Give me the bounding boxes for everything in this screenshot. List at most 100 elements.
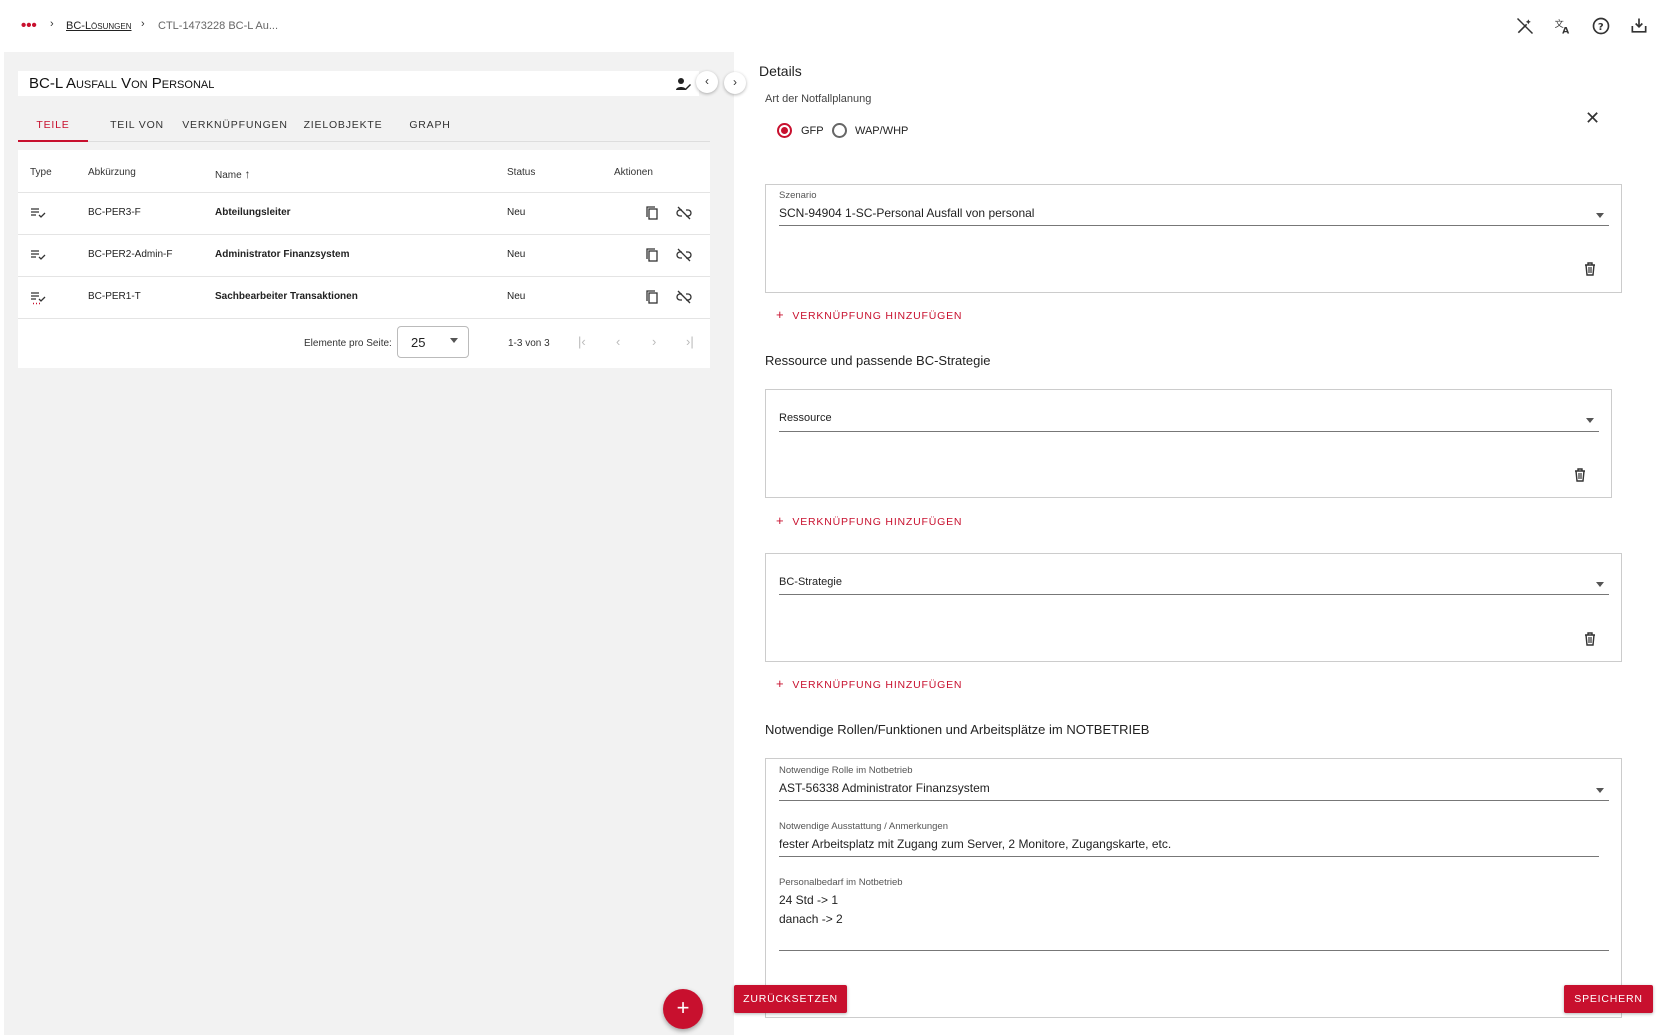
- cell-status: Neu: [507, 249, 526, 260]
- top-bar: ••• › BC-Lösungen › CTL-1473228 BC-L Au.…: [0, 0, 1658, 52]
- svg-text:A: A: [1562, 26, 1570, 37]
- menu-dots-icon[interactable]: •••: [21, 17, 37, 34]
- items-per-page-select[interactable]: 25: [397, 326, 469, 358]
- copy-icon[interactable]: [644, 247, 660, 263]
- tab-teil-von[interactable]: TEIL VON: [96, 108, 178, 142]
- bc-strategie-box: BC-Strategie: [765, 553, 1622, 662]
- plus-icon: +: [776, 513, 785, 528]
- add-link-button[interactable]: + VERKNÜPFUNG HINZUFÜGEN: [776, 513, 962, 528]
- ressource-select[interactable]: Ressource: [779, 412, 832, 424]
- tab-bar: TEILE TEIL VON VERKNÜPFUNGEN ZIELOBJEKTE…: [18, 108, 710, 142]
- personal-line-1[interactable]: 24 Std -> 1: [779, 893, 838, 907]
- table-row[interactable]: BC-PER3-F Abteilungsleiter Neu: [18, 192, 710, 234]
- column-header-name[interactable]: Name ↑: [215, 167, 250, 181]
- add-link-label: VERKNÜPFUNG HINZUFÜGEN: [792, 679, 963, 691]
- cell-name: Abteilungsleiter: [215, 207, 291, 218]
- add-link-label: VERKNÜPFUNG HINZUFÜGEN: [792, 310, 963, 322]
- table-row[interactable]: BC-PER2-Admin-F Administrator Finanzsyst…: [18, 234, 710, 276]
- cell-abkuerzung: BC-PER2-Admin-F: [88, 249, 173, 260]
- column-header-aktionen: Aktionen: [614, 167, 653, 178]
- radio-gfp[interactable]: [777, 123, 792, 138]
- radio-wap-whp-label: WAP/WHP: [855, 125, 909, 137]
- copy-icon[interactable]: [644, 289, 660, 305]
- list-check-icon: [30, 205, 46, 221]
- link-off-icon[interactable]: [676, 205, 692, 221]
- chevron-down-icon[interactable]: [1596, 213, 1604, 218]
- cell-name: Sachbearbeiter Transaktionen: [215, 291, 358, 302]
- column-header-status[interactable]: Status: [507, 167, 535, 178]
- items-per-page-value: 25: [411, 335, 426, 350]
- personal-line-2[interactable]: danach -> 2: [779, 912, 843, 926]
- table-row[interactable]: BC-PER1-T Sachbearbeiter Transaktionen N…: [18, 276, 710, 318]
- close-icon[interactable]: ✕: [1585, 108, 1600, 129]
- szenario-label: Szenario: [779, 190, 817, 201]
- rolle-label: Notwendige Rolle im Notbetrieb: [779, 765, 913, 776]
- left-panel: BC-L Ausfall Von Personal ‹ › TEILE TEIL…: [4, 52, 746, 1035]
- cell-abkuerzung: BC-PER1-T: [88, 291, 141, 302]
- tab-verknuepfungen[interactable]: VERKNÜPFUNGEN: [180, 108, 290, 142]
- object-title-bar: BC-L Ausfall Von Personal: [18, 71, 699, 96]
- field-underline: [779, 225, 1609, 226]
- field-underline: [779, 856, 1599, 857]
- delete-icon[interactable]: [1582, 261, 1598, 277]
- field-underline: [779, 800, 1609, 801]
- cell-name: Administrator Finanzsystem: [215, 249, 350, 260]
- ausstattung-input[interactable]: fester Arbeitsplatz mit Zugang zum Serve…: [779, 837, 1171, 851]
- chevron-down-icon[interactable]: [1586, 418, 1594, 423]
- reset-button[interactable]: ZURÜCKSETZEN: [734, 985, 847, 1013]
- column-header-name-label: Name: [215, 170, 242, 181]
- save-button[interactable]: SPEICHERN: [1564, 985, 1653, 1013]
- add-link-button[interactable]: + VERKNÜPFUNG HINZUFÜGEN: [776, 307, 962, 322]
- svg-text:?: ?: [1598, 22, 1604, 33]
- collapse-left-button[interactable]: ‹: [696, 71, 718, 93]
- items-per-page-label: Elemente pro Seite:: [304, 338, 392, 349]
- copy-icon[interactable]: [644, 205, 660, 221]
- tab-zielobjekte[interactable]: ZIELOBJEKTE: [298, 108, 388, 142]
- szenario-box: Szenario SCN-94904 1-SC-Personal Ausfall…: [765, 184, 1622, 293]
- delete-icon[interactable]: [1582, 631, 1598, 647]
- plus-icon: +: [776, 676, 785, 691]
- first-page-icon[interactable]: |‹: [578, 334, 586, 349]
- details-title: Details: [759, 63, 802, 79]
- link-off-icon[interactable]: [676, 289, 692, 305]
- radio-wap-whp[interactable]: [832, 123, 847, 138]
- previous-page-icon[interactable]: ‹: [616, 334, 620, 349]
- page-range: 1-3 von 3: [508, 338, 550, 349]
- add-link-button[interactable]: + VERKNÜPFUNG HINZUFÜGEN: [776, 676, 962, 691]
- chevron-down-icon[interactable]: [1596, 788, 1604, 793]
- breadcrumb-current: CTL-1473228 BC-L Au...: [158, 20, 279, 32]
- rolle-select[interactable]: AST-56338 Administrator Finanzsystem: [779, 781, 990, 795]
- tab-teile[interactable]: TEILE: [18, 108, 88, 142]
- ressource-heading: Ressource und passende BC-Strategie: [765, 353, 991, 368]
- chevron-right-icon: ›: [141, 18, 145, 30]
- delete-icon[interactable]: [1572, 467, 1588, 483]
- help-icon[interactable]: ?: [1591, 16, 1611, 36]
- magic-wand-off-icon[interactable]: [1515, 16, 1535, 36]
- add-fab-button[interactable]: +: [663, 989, 703, 1029]
- translate-icon[interactable]: 文A: [1553, 16, 1573, 37]
- cell-status: Neu: [507, 291, 526, 302]
- next-page-icon[interactable]: ›: [652, 334, 656, 349]
- rollen-heading: Notwendige Rollen/Funktionen und Arbeits…: [765, 722, 1150, 737]
- chevron-right-icon: ›: [50, 18, 54, 30]
- cell-abkuerzung: BC-PER3-F: [88, 207, 141, 218]
- column-header-abkuerzung[interactable]: Abkürzung: [88, 167, 136, 178]
- tab-graph[interactable]: GRAPH: [396, 108, 464, 142]
- cell-status: Neu: [507, 207, 526, 218]
- ausstattung-label: Notwendige Ausstattung / Anmerkungen: [779, 821, 949, 832]
- page-title: BC-L Ausfall Von Personal: [29, 75, 215, 92]
- person-edit-icon[interactable]: [675, 76, 691, 92]
- list-check-icon: [30, 247, 46, 263]
- column-header-type: Type: [30, 167, 52, 178]
- szenario-select[interactable]: SCN-94904 1-SC-Personal Ausfall von pers…: [779, 206, 1034, 220]
- list-check-icon: [30, 289, 46, 305]
- expand-right-button[interactable]: ›: [724, 72, 746, 94]
- inbox-download-icon[interactable]: [1629, 16, 1649, 36]
- breadcrumb-link[interactable]: BC-Lösungen: [66, 20, 132, 32]
- field-underline: [779, 431, 1599, 432]
- art-label: Art der Notfallplanung: [765, 93, 872, 105]
- last-page-icon[interactable]: ›|: [686, 334, 694, 349]
- chevron-down-icon[interactable]: [1596, 582, 1604, 587]
- bc-strategie-select[interactable]: BC-Strategie: [779, 576, 842, 588]
- link-off-icon[interactable]: [676, 247, 692, 263]
